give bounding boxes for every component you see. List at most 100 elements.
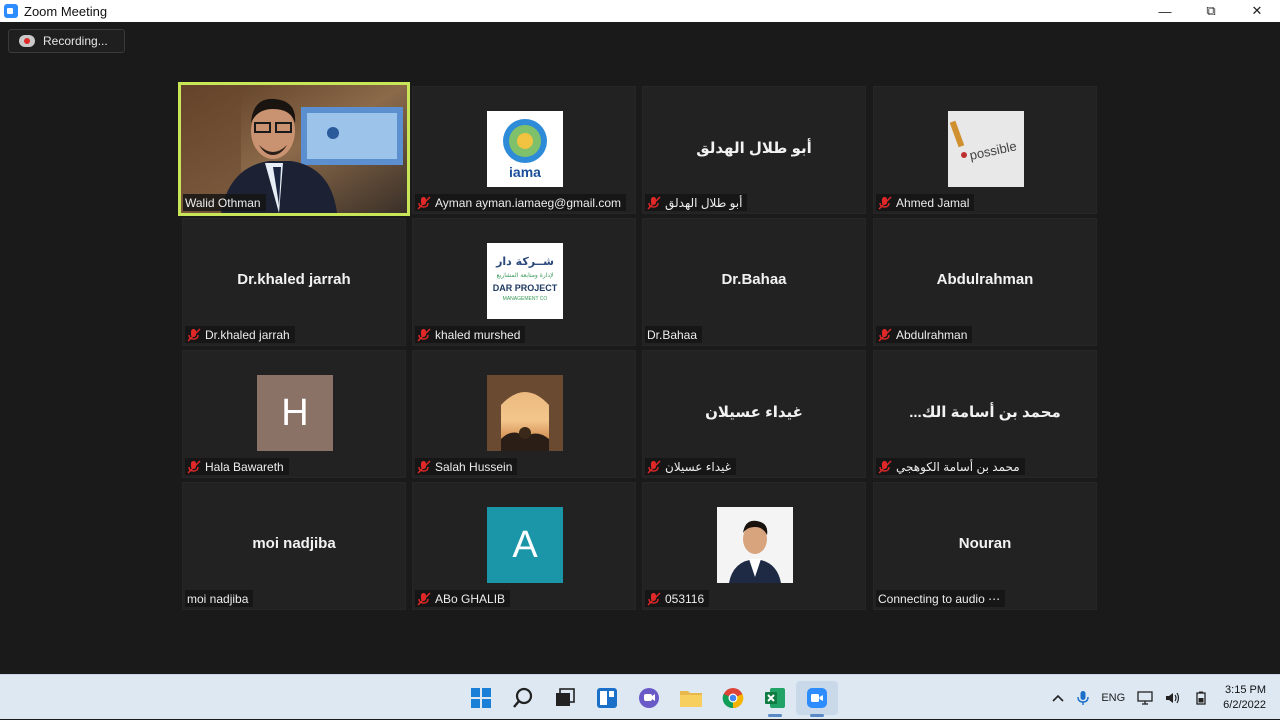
participant-tile-9[interactable]: Salah Hussein bbox=[412, 350, 636, 478]
widgets-icon[interactable] bbox=[586, 681, 628, 715]
participant-tile-0[interactable]: Walid Othman bbox=[178, 82, 410, 216]
participant-name: محمد بن أسامة الكوهجي bbox=[896, 459, 1020, 474]
muted-mic-icon bbox=[647, 459, 661, 474]
sunset-arch-image-icon bbox=[487, 375, 563, 451]
participant-name: ABo GHALIB bbox=[435, 591, 506, 606]
chevron-up-icon[interactable] bbox=[1051, 693, 1065, 703]
participant-name: moi nadjiba bbox=[187, 591, 249, 606]
participant-nametag: محمد بن أسامة الكوهجي bbox=[876, 458, 1025, 475]
window-title: Zoom Meeting bbox=[24, 3, 108, 19]
taskbar: ENG 3:15 PM 6/2/2022 bbox=[0, 674, 1280, 719]
participant-avatar bbox=[487, 375, 563, 451]
participant-name: Dr.Bahaa bbox=[647, 327, 698, 342]
participant-name: غيداء عسيلان bbox=[665, 459, 731, 474]
participant-tile-8[interactable]: H Hala Bawareth bbox=[182, 350, 406, 478]
participant-avatar: A bbox=[487, 507, 563, 583]
participant-name: Ayman ayman.iamaeg@gmail.com bbox=[435, 195, 622, 210]
muted-mic-icon bbox=[878, 327, 892, 342]
muted-mic-icon bbox=[878, 459, 892, 474]
participant-name: khaled murshed bbox=[435, 327, 521, 342]
recording-label: Recording... bbox=[43, 34, 108, 48]
close-button[interactable]: ✕ bbox=[1234, 0, 1280, 22]
chrome-icon[interactable] bbox=[712, 681, 754, 715]
participant-nametag: Dr.khaled jarrah bbox=[185, 326, 295, 343]
participant-display-name: ...محمد بن أسامة الك bbox=[909, 404, 1061, 421]
svg-text:لإدارة ومتابعة المشاريع: لإدارة ومتابعة المشاريع bbox=[496, 272, 553, 279]
participant-tile-13[interactable]: A ABo GHALIB bbox=[412, 482, 636, 610]
participant-tile-4[interactable]: Dr.khaled jarrah Dr.khaled jarrah bbox=[182, 218, 406, 346]
participant-display-name: moi nadjiba bbox=[252, 535, 336, 552]
window-controls: — ⧉ ✕ bbox=[1142, 0, 1280, 22]
participant-display-name: Nouran bbox=[958, 535, 1012, 552]
excel-icon[interactable] bbox=[754, 681, 796, 717]
clock-date: 6/2/2022 bbox=[1223, 698, 1266, 711]
participant-initial: A bbox=[512, 523, 538, 566]
zoom-icon[interactable] bbox=[796, 681, 838, 717]
participant-avatar: iama bbox=[487, 111, 563, 187]
participant-nametag: Walid Othman bbox=[183, 194, 266, 211]
svg-text:DAR PROJECT: DAR PROJECT bbox=[493, 283, 558, 293]
participant-name: Abdulrahman bbox=[896, 327, 968, 342]
system-tray: ENG 3:15 PM 6/2/2022 bbox=[1045, 675, 1280, 720]
teams-chat-icon[interactable] bbox=[628, 681, 670, 715]
impossible-image-icon: possible bbox=[948, 111, 1024, 187]
participant-tile-3[interactable]: possible Ahmed Jamal bbox=[873, 86, 1097, 214]
profile-photo-icon bbox=[717, 507, 793, 583]
file-explorer-icon[interactable] bbox=[670, 681, 712, 715]
muted-mic-icon bbox=[417, 459, 431, 474]
participant-nametag: Hala Bawareth bbox=[185, 458, 289, 475]
participant-tile-2[interactable]: أبو طلال الهدلق أبو طلال الهدلق bbox=[642, 86, 866, 214]
participant-tile-11[interactable]: ...محمد بن أسامة الك محمد بن أسامة الكوه… bbox=[873, 350, 1097, 478]
recording-icon bbox=[19, 35, 35, 47]
zoom-app-icon bbox=[4, 4, 18, 18]
participant-display-name: غيداء عسيلان bbox=[705, 404, 803, 421]
iama-logo-icon: iama bbox=[503, 119, 547, 180]
participant-nametag: Salah Hussein bbox=[415, 458, 518, 475]
participant-avatar bbox=[717, 507, 793, 583]
muted-mic-icon bbox=[878, 195, 892, 210]
participant-tile-6[interactable]: Dr.Bahaa Dr.Bahaa bbox=[642, 218, 866, 346]
participant-nametag: Abdulrahman bbox=[876, 326, 973, 343]
participant-name: Connecting to audio ⋯ bbox=[878, 591, 1001, 606]
maximize-button[interactable]: ⧉ bbox=[1188, 0, 1234, 22]
search-icon[interactable] bbox=[502, 681, 544, 715]
task-view-icon[interactable] bbox=[544, 681, 586, 715]
participant-name: Dr.khaled jarrah bbox=[205, 327, 290, 342]
participant-tile-15[interactable]: Nouran Connecting to audio ⋯ bbox=[873, 482, 1097, 610]
participant-nametag: 053116 bbox=[645, 590, 710, 607]
muted-mic-icon bbox=[647, 195, 661, 210]
participant-tile-10[interactable]: غيداء عسيلان غيداء عسيلان bbox=[642, 350, 866, 478]
microphone-icon[interactable] bbox=[1077, 690, 1090, 706]
participant-nametag: ABo GHALIB bbox=[415, 590, 511, 607]
window-titlebar: Zoom Meeting — ⧉ ✕ bbox=[0, 0, 1280, 22]
taskbar-apps bbox=[460, 681, 838, 717]
participant-name: Hala Bawareth bbox=[205, 459, 284, 474]
meeting-gallery: Recording... Walid Othman iama Ayman aym… bbox=[0, 22, 1280, 674]
participant-tile-12[interactable]: moi nadjiba moi nadjiba bbox=[182, 482, 406, 610]
participant-tile-7[interactable]: Abdulrahman Abdulrahman bbox=[873, 218, 1097, 346]
participant-nametag: غيداء عسيلان bbox=[645, 458, 736, 475]
participant-tile-14[interactable]: 053116 bbox=[642, 482, 866, 610]
participant-display-name: Abdulrahman bbox=[936, 271, 1034, 288]
participant-tile-5[interactable]: شــركة دار لإدارة ومتابعة المشاريع DAR P… bbox=[412, 218, 636, 346]
participant-nametag: moi nadjiba bbox=[185, 590, 254, 607]
muted-mic-icon bbox=[187, 327, 201, 342]
clock[interactable]: 3:15 PM 6/2/2022 bbox=[1223, 683, 1266, 713]
recording-indicator[interactable]: Recording... bbox=[8, 29, 125, 53]
participant-tile-1[interactable]: iama Ayman ayman.iamaeg@gmail.com bbox=[412, 86, 636, 214]
minimize-button[interactable]: — bbox=[1142, 0, 1188, 22]
volume-icon[interactable] bbox=[1165, 691, 1181, 705]
muted-mic-icon bbox=[187, 459, 201, 474]
battery-icon[interactable] bbox=[1193, 691, 1209, 705]
participant-nametag: Dr.Bahaa bbox=[645, 326, 703, 343]
participant-name: Ahmed Jamal bbox=[896, 195, 970, 210]
network-icon[interactable] bbox=[1137, 690, 1153, 705]
participant-nametag: Ahmed Jamal bbox=[876, 194, 975, 211]
participant-avatar: H bbox=[257, 375, 333, 451]
start-icon[interactable] bbox=[460, 681, 502, 715]
muted-mic-icon bbox=[647, 591, 661, 606]
participant-display-name: Dr.Bahaa bbox=[721, 271, 787, 288]
muted-mic-icon bbox=[417, 195, 431, 210]
language-indicator[interactable]: ENG bbox=[1101, 692, 1125, 704]
svg-text:شــركة دار: شــركة دار bbox=[495, 255, 554, 268]
